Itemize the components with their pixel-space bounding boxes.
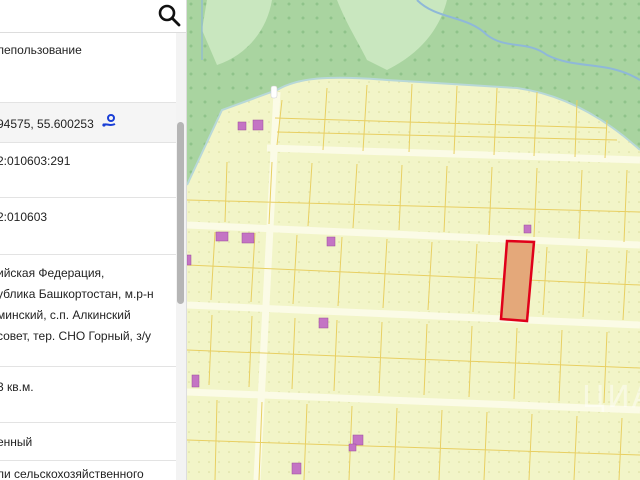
marker-post [270,85,278,99]
location-pin-icon[interactable] [101,113,117,129]
search-bar [0,0,186,33]
coordinates-field: 94575, 55.600253 [0,103,176,143]
address-field: ийская Федерация, ублика Башкортостан, м… [0,255,176,367]
cadastral-quarter-field: 2:010603 [0,198,176,255]
status-field: енный [0,423,176,461]
watermark: ЦИАН [582,380,640,415]
garden-society-area [187,77,640,480]
search-icon [158,4,181,27]
info-panel: лепользование 94575, 55.600253 2:010603:… [0,0,187,480]
scrollbar-thumb[interactable] [177,122,184,304]
category-field: ли сельскохозяйственного [0,467,144,480]
search-button[interactable] [153,0,185,30]
cadastral-number-field: 2:010603:291 [0,143,176,198]
land-use-field: лепользование [0,33,176,103]
selected-plot[interactable] [499,239,536,323]
map-view[interactable]: ЦИАН [187,0,640,480]
area-field: 3 кв.м. [0,367,176,423]
